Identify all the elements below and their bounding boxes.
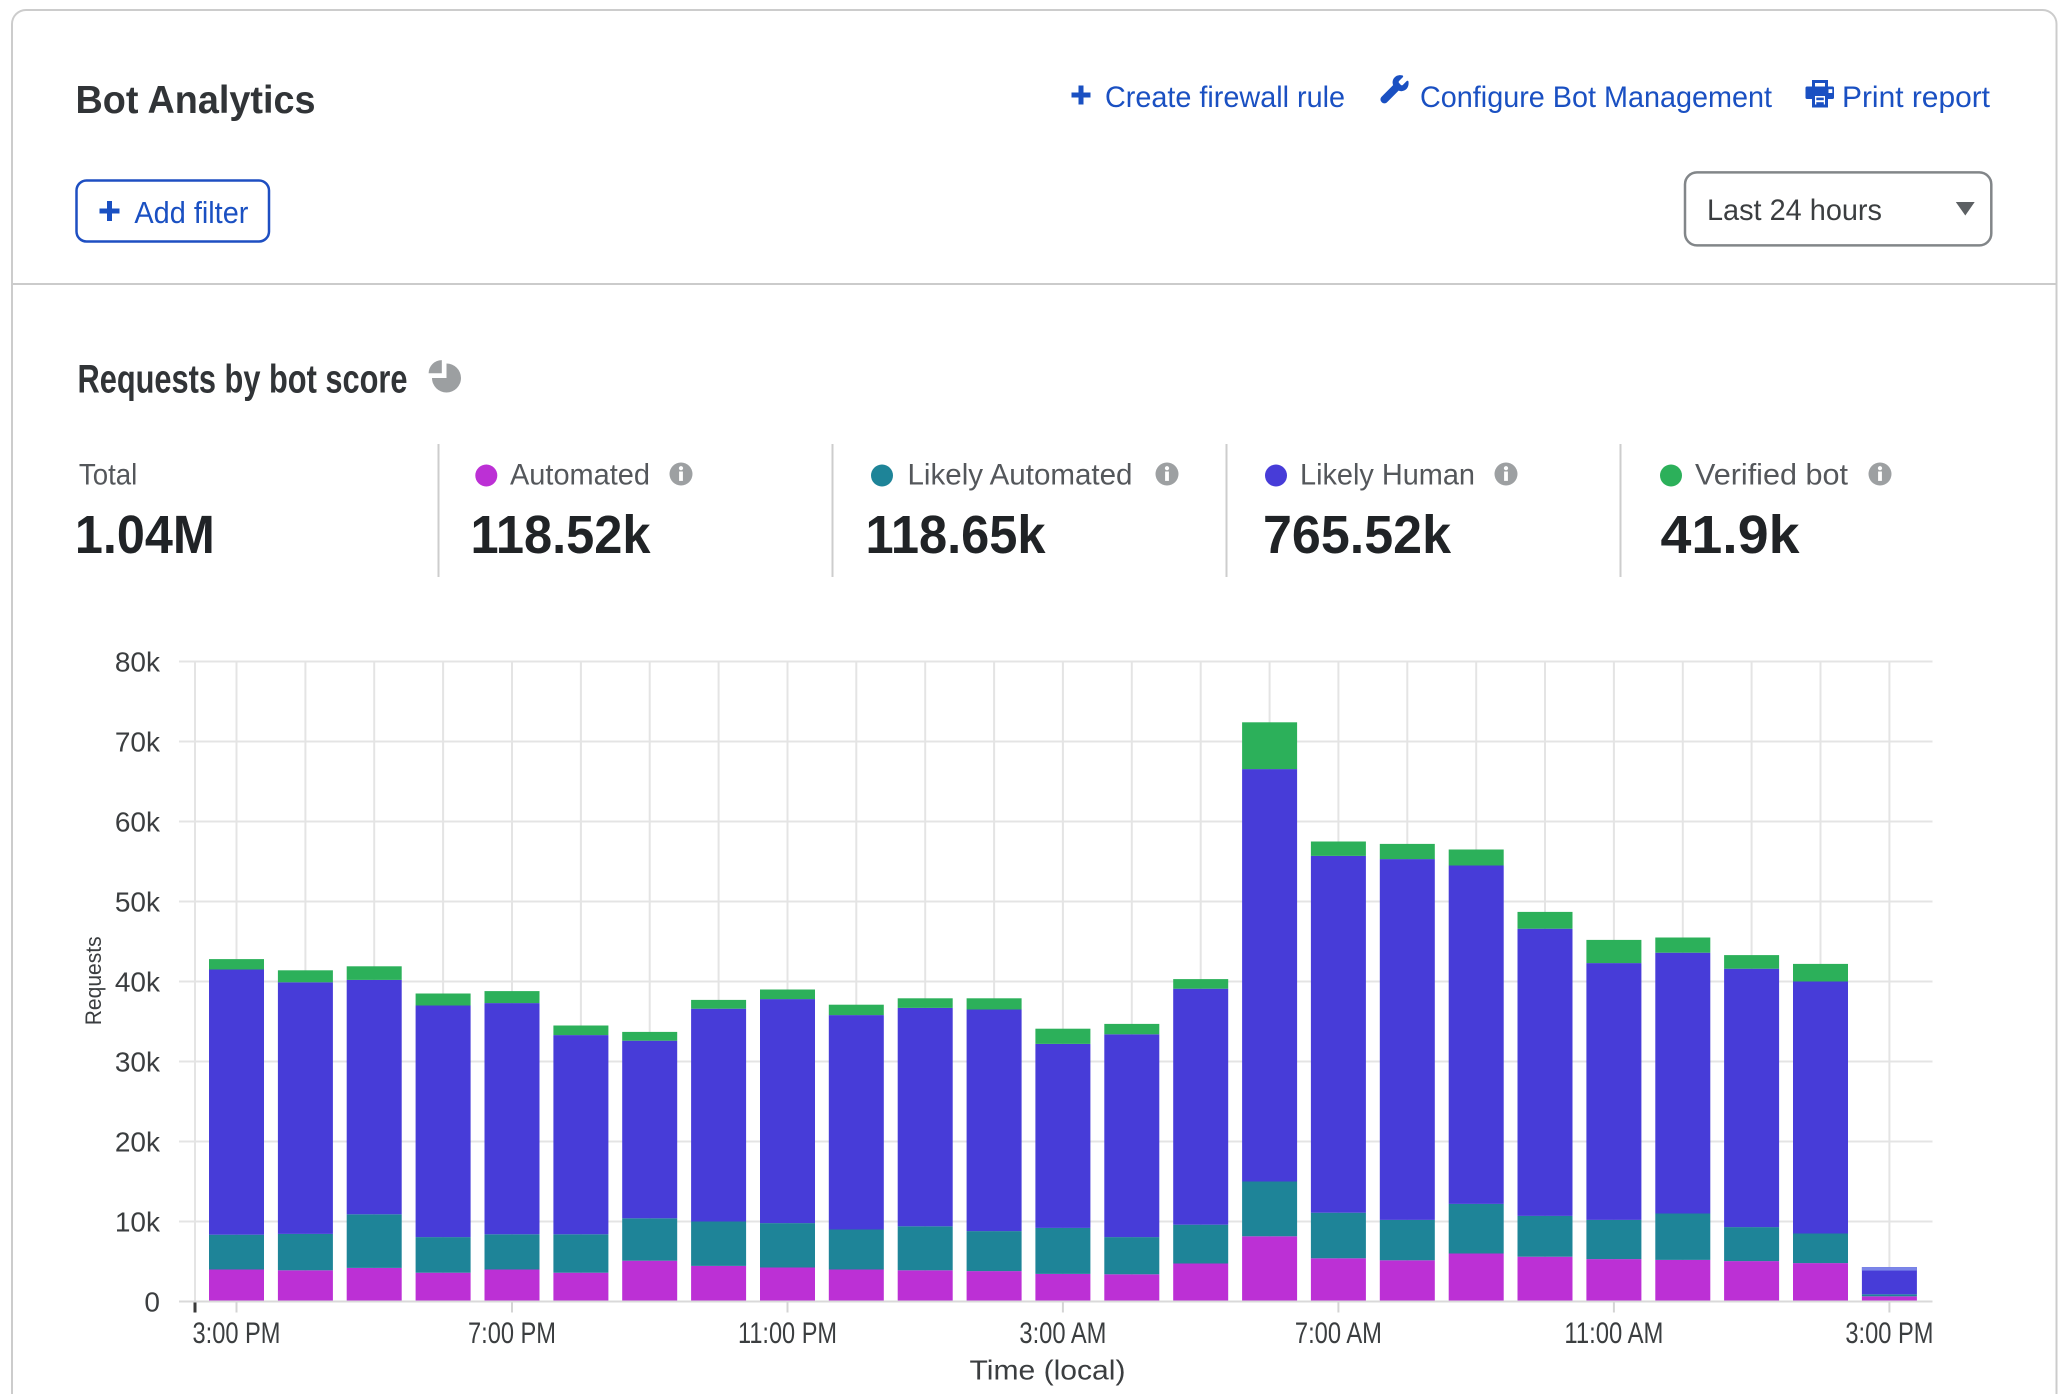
- svg-text:80k: 80k: [115, 647, 161, 678]
- svg-text:3:00 PM: 3:00 PM: [1845, 1317, 1933, 1350]
- svg-text:118.52k: 118.52k: [471, 505, 652, 565]
- svg-text:11:00 PM: 11:00 PM: [738, 1317, 837, 1350]
- svg-text:60k: 60k: [115, 807, 161, 838]
- svg-text:0: 0: [144, 1287, 160, 1318]
- svg-text:10k: 10k: [115, 1207, 161, 1238]
- svg-text:7:00 PM: 7:00 PM: [468, 1317, 556, 1350]
- svg-text:765.52k: 765.52k: [1263, 505, 1452, 565]
- svg-text:1.04M: 1.04M: [75, 505, 215, 565]
- svg-text:30k: 30k: [115, 1047, 161, 1078]
- svg-text:Create firewall rule: Create firewall rule: [1105, 81, 1345, 114]
- svg-text:20k: 20k: [115, 1127, 161, 1158]
- svg-text:118.65k: 118.65k: [866, 505, 1047, 565]
- svg-text:11:00 AM: 11:00 AM: [1564, 1317, 1663, 1350]
- svg-text:41.9k: 41.9k: [1661, 505, 1801, 565]
- svg-text:3:00 PM: 3:00 PM: [193, 1317, 281, 1350]
- svg-text:Last 24 hours: Last 24 hours: [1707, 194, 1882, 227]
- svg-text:Requests: Requests: [81, 936, 106, 1025]
- svg-text:7:00 AM: 7:00 AM: [1295, 1317, 1382, 1350]
- svg-text:Likely Human: Likely Human: [1300, 459, 1475, 492]
- svg-text:Automated: Automated: [510, 459, 650, 492]
- svg-text:70k: 70k: [115, 727, 161, 758]
- svg-text:Total: Total: [79, 459, 137, 492]
- svg-text:Verified bot: Verified bot: [1695, 459, 1849, 492]
- svg-text:Time (local): Time (local): [970, 1355, 1126, 1386]
- svg-text:Print report: Print report: [1842, 81, 1991, 114]
- svg-text:Requests by bot score: Requests by bot score: [78, 358, 408, 402]
- svg-text:Configure Bot Management: Configure Bot Management: [1420, 81, 1773, 114]
- svg-text:Add filter: Add filter: [134, 195, 248, 230]
- svg-text:Bot Analytics: Bot Analytics: [76, 79, 316, 122]
- svg-text:40k: 40k: [115, 967, 161, 998]
- svg-text:3:00 AM: 3:00 AM: [1019, 1317, 1106, 1350]
- svg-text:Likely Automated: Likely Automated: [908, 459, 1133, 492]
- svg-text:50k: 50k: [115, 887, 161, 918]
